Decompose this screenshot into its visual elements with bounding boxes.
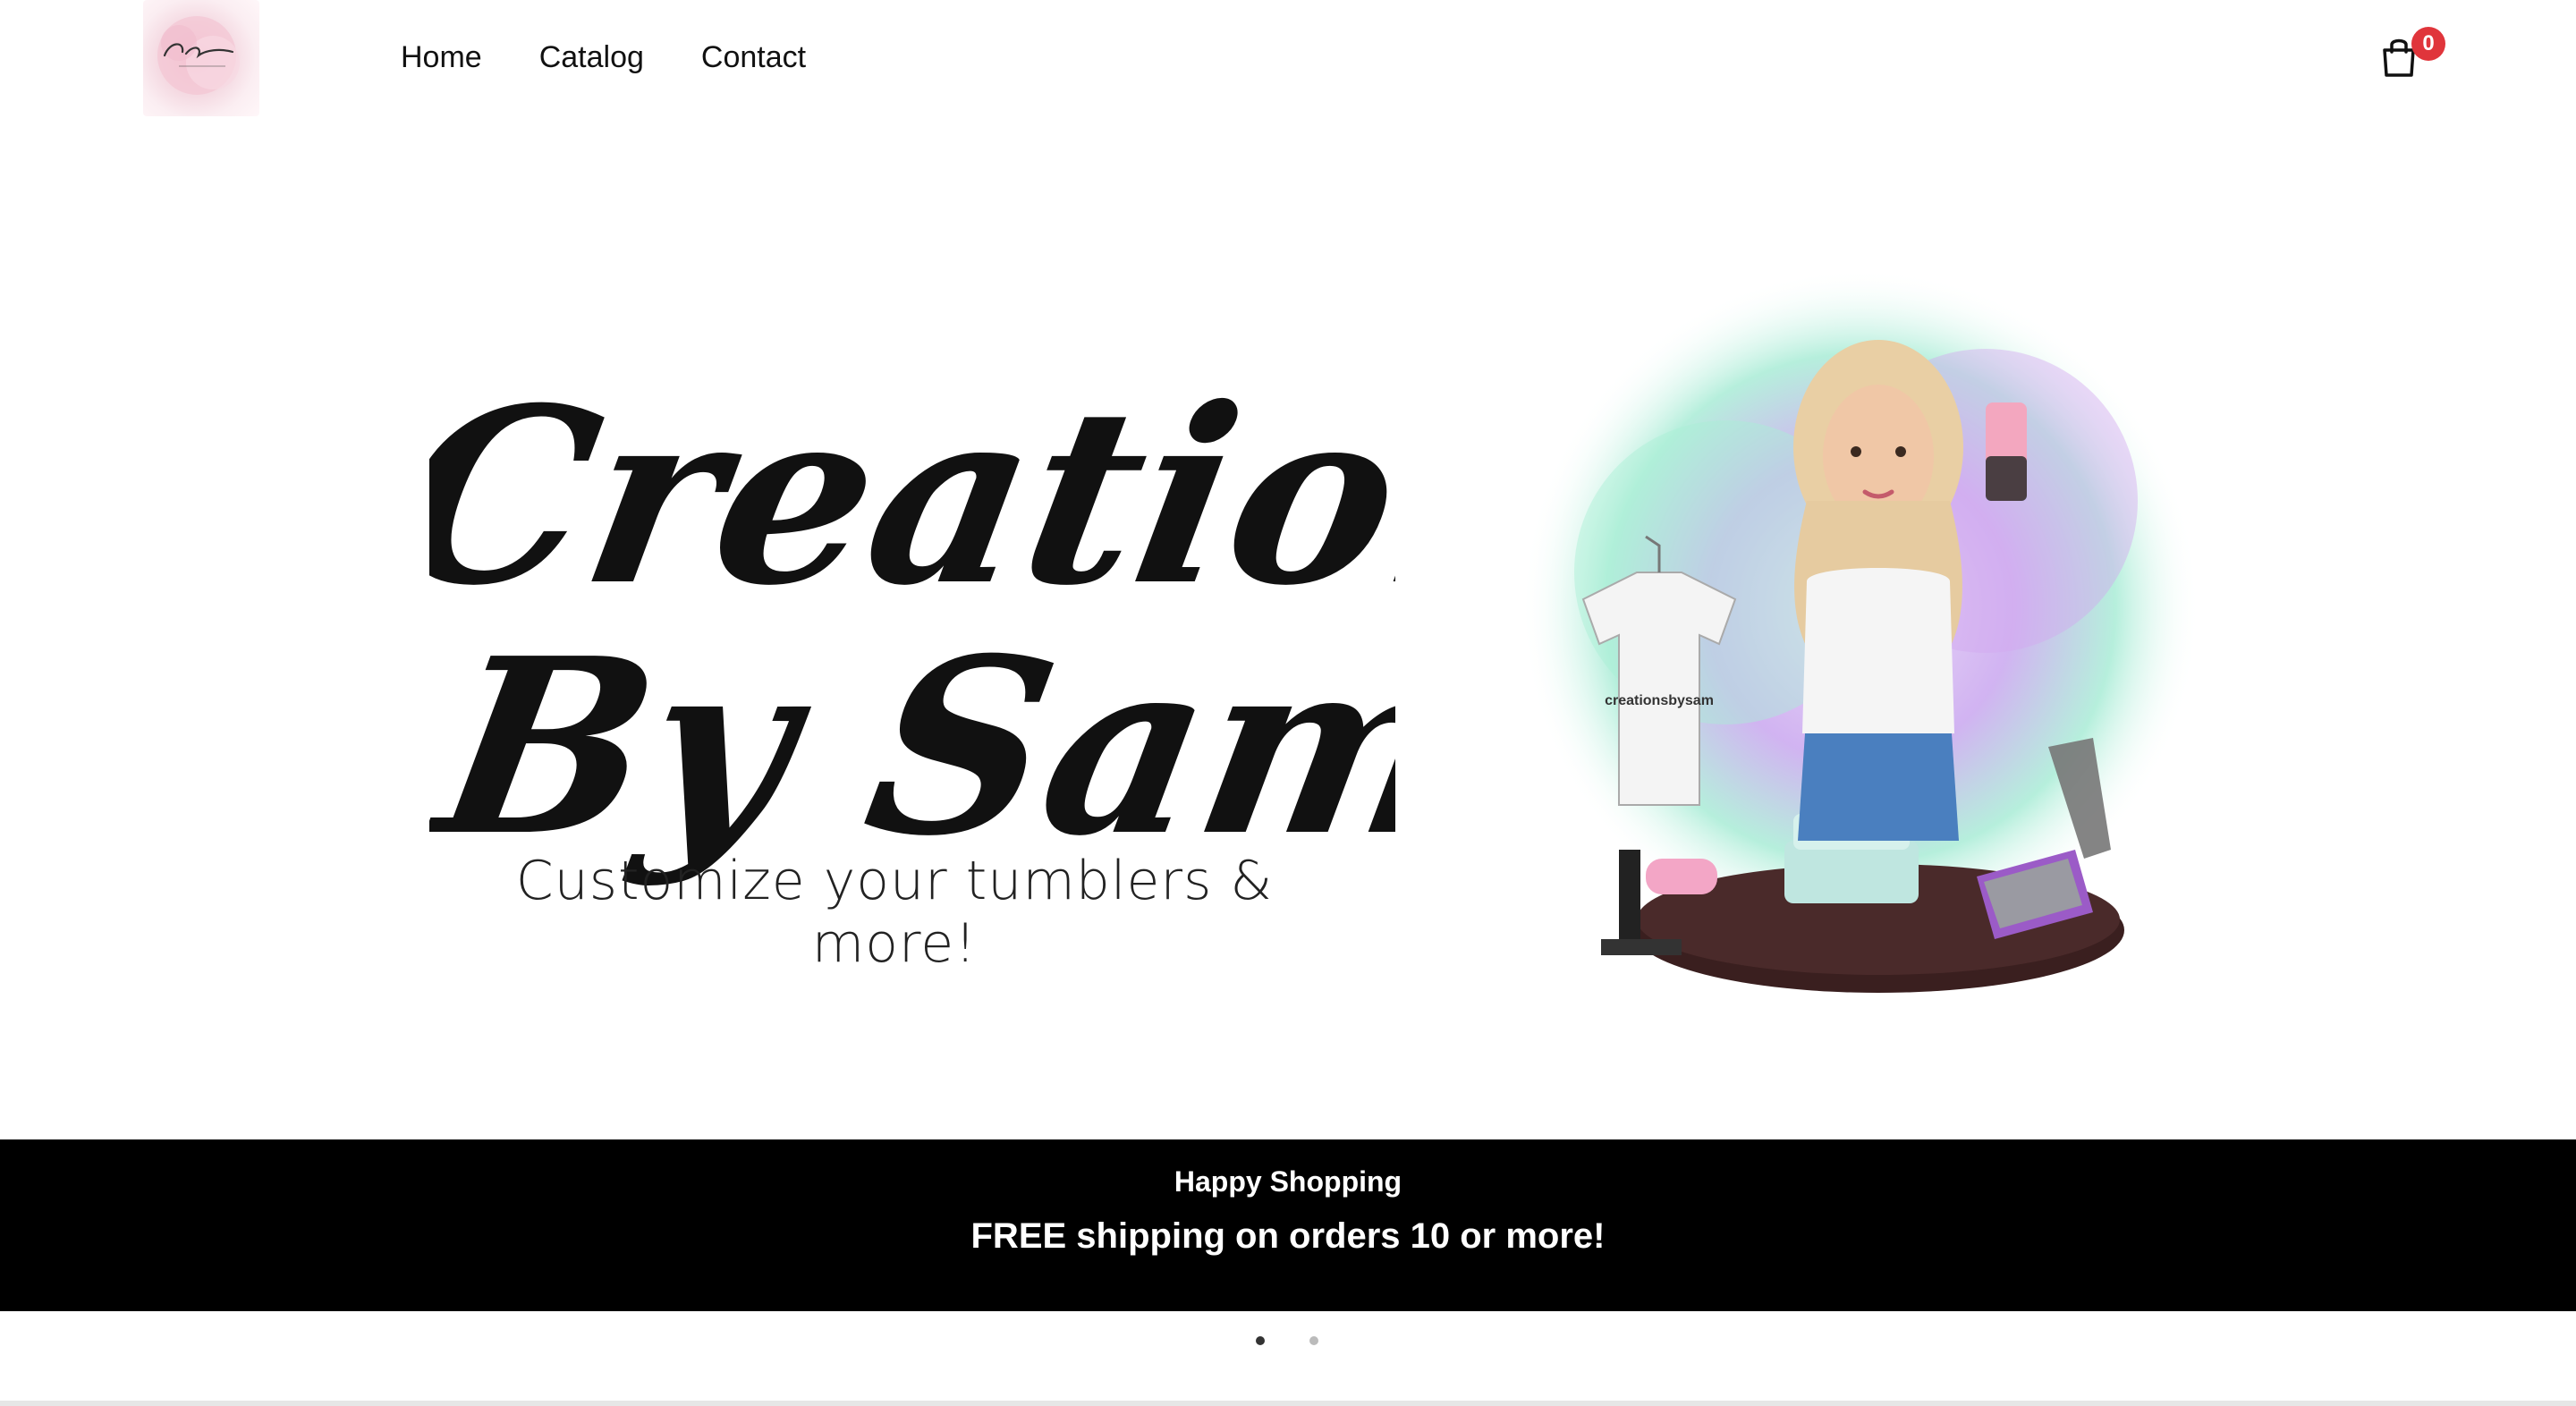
slide-dot-2[interactable]	[1309, 1336, 1318, 1345]
hero-illustration: creationsbysam	[1521, 268, 2200, 993]
hero-slide: Creations By Sam Customize your tumblers…	[0, 116, 2576, 1139]
cart-button[interactable]: 0	[2372, 27, 2445, 80]
cart-count-badge: 0	[2411, 27, 2445, 61]
slide-dot-1[interactable]	[1256, 1336, 1265, 1345]
hero-tagline: Customize your tumblers & more!	[515, 850, 1274, 975]
announcement-banner: Happy Shopping FREE shipping on orders 1…	[0, 1139, 2576, 1311]
logo-image	[157, 16, 240, 95]
nav-home-link[interactable]: Home	[401, 34, 482, 80]
banner-subtitle: FREE shipping on orders 10 or more!	[970, 1216, 1606, 1256]
slideshow-pagination	[0, 1333, 2576, 1352]
main-nav: Home Catalog Contact	[401, 34, 806, 80]
shirt-text: creationsbysam	[1605, 693, 1714, 708]
site-logo[interactable]	[143, 0, 259, 116]
wordmark-line-2: By Sam	[429, 606, 1395, 890]
nav-catalog-link[interactable]: Catalog	[539, 34, 644, 80]
banner-title: Happy Shopping	[1174, 1165, 1402, 1198]
wordmark-line-1: Creations	[429, 356, 1395, 639]
page-divider	[0, 1401, 2576, 1406]
site-header: Home Catalog Contact 0	[0, 0, 2576, 116]
nav-contact-link[interactable]: Contact	[701, 34, 806, 80]
